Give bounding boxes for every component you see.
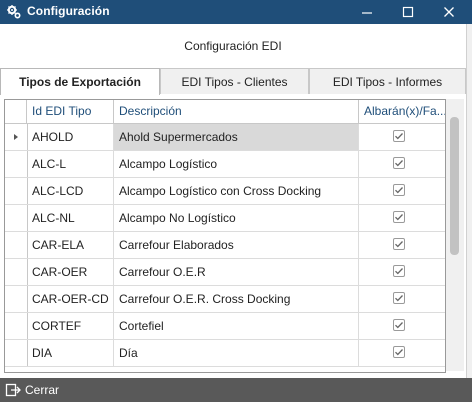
maximize-button[interactable] [393, 0, 423, 24]
grid-header: Id EDI Tipo Descripción Albarán(x)/Fa... [5, 100, 445, 124]
cell-description[interactable]: Alcampo Logístico [114, 151, 359, 177]
title-bar: Configuración [0, 0, 472, 24]
scrollbar-thumb[interactable] [450, 117, 459, 255]
table-row[interactable]: ALC-L Alcampo Logístico [5, 151, 445, 178]
window-title: Configuración [27, 4, 110, 18]
albaran-checkbox[interactable] [393, 184, 405, 196]
cell-id[interactable]: ALC-LCD [27, 178, 114, 204]
close-window-button[interactable] [434, 0, 464, 24]
cell-description[interactable]: Carrefour O.E.R. Cross Docking [114, 286, 359, 312]
cell-description[interactable]: Alcampo No Logístico [114, 205, 359, 231]
row-indicator[interactable] [5, 205, 28, 231]
cell-id[interactable]: DIA [27, 340, 114, 366]
checkmark-icon [395, 133, 403, 140]
cell-id[interactable]: ALC-NL [27, 205, 114, 231]
checkmark-icon [395, 295, 403, 302]
albaran-checkbox[interactable] [393, 130, 405, 142]
table-row[interactable]: CAR-ELA Carrefour Elaborados [5, 232, 445, 259]
dialog-header: Configuración EDI [0, 24, 472, 68]
cell-description[interactable]: Carrefour O.E.R [114, 259, 359, 285]
row-indicator[interactable] [5, 313, 28, 339]
checkmark-icon [395, 349, 403, 356]
cell-albaran [359, 340, 445, 366]
cell-albaran [359, 259, 445, 285]
dialog-title: Configuración EDI [184, 39, 282, 53]
cell-description[interactable]: Carrefour Elaborados [114, 232, 359, 258]
tab-edi-tipos-clientes[interactable]: EDI Tipos - Clientes [160, 68, 309, 94]
checkmark-icon [395, 268, 403, 275]
albaran-checkbox[interactable] [393, 319, 405, 331]
row-indicator[interactable] [5, 232, 28, 258]
albaran-checkbox[interactable] [393, 157, 405, 169]
vertical-scrollbar[interactable] [446, 99, 464, 371]
cell-id[interactable]: CORTEF [27, 313, 114, 339]
minimize-icon [362, 12, 372, 14]
row-indicator-header [5, 100, 27, 123]
row-indicator[interactable] [5, 178, 28, 204]
close-button[interactable]: Cerrar [25, 383, 59, 397]
table-row[interactable]: ALC-NL Alcampo No Logístico [5, 205, 445, 232]
cell-albaran [359, 313, 445, 339]
cell-id[interactable]: CAR-OER [27, 259, 114, 285]
cell-albaran [359, 124, 445, 150]
tab-tipos-de-exportacion[interactable]: Tipos de Exportación [0, 68, 160, 96]
cell-albaran [359, 205, 445, 231]
cell-albaran [359, 178, 445, 204]
checkmark-icon [395, 241, 403, 248]
column-header-albaran[interactable]: Albarán(x)/Fa... [359, 100, 445, 123]
albaran-checkbox[interactable] [393, 346, 405, 358]
albaran-checkbox[interactable] [393, 211, 405, 223]
footer-bar: Cerrar [0, 378, 472, 402]
row-indicator[interactable] [5, 124, 28, 150]
cell-description[interactable]: Cortefiel [114, 313, 359, 339]
table-row[interactable]: ALC-LCD Alcampo Logístico con Cross Docki… [5, 178, 445, 205]
table-row[interactable]: CORTEF Cortefiel [5, 313, 445, 340]
checkmark-icon [395, 214, 403, 221]
cell-albaran [359, 286, 445, 312]
cell-id[interactable]: AHOLD [27, 124, 114, 150]
cell-albaran [359, 232, 445, 258]
window-edge [466, 24, 472, 378]
cell-id[interactable]: CAR-ELA [27, 232, 114, 258]
minimize-button[interactable] [352, 0, 382, 24]
maximize-icon [402, 6, 414, 18]
cell-id[interactable]: CAR-OER-CD [27, 286, 114, 312]
gears-icon [7, 5, 21, 19]
tab-panel: Id EDI Tipo Descripción Albarán(x)/Fa...… [0, 95, 466, 375]
cell-id[interactable]: ALC-L [27, 151, 114, 177]
checkmark-icon [395, 322, 403, 329]
exit-icon [5, 383, 21, 397]
row-indicator[interactable] [5, 151, 28, 177]
column-header-id[interactable]: Id EDI Tipo [27, 100, 114, 123]
albaran-checkbox[interactable] [393, 238, 405, 250]
row-indicator[interactable] [5, 340, 28, 366]
row-indicator[interactable] [5, 286, 28, 312]
albaran-checkbox[interactable] [393, 265, 405, 277]
table-row[interactable]: CAR-OER-CD Carrefour O.E.R. Cross Docking [5, 286, 445, 313]
cell-description[interactable]: Ahold Supermercados [114, 124, 359, 150]
cell-description[interactable]: Día [114, 340, 359, 366]
edi-types-grid[interactable]: Id EDI Tipo Descripción Albarán(x)/Fa...… [4, 99, 446, 373]
row-indicator[interactable] [5, 259, 28, 285]
cell-description[interactable]: Alcampo Logístico con Cross Docking [114, 178, 359, 204]
table-row[interactable]: AHOLD Ahold Supermercados [5, 124, 445, 151]
checkmark-icon [395, 187, 403, 194]
table-row[interactable]: CAR-OER Carrefour O.E.R [5, 259, 445, 286]
checkmark-icon [395, 160, 403, 167]
albaran-checkbox[interactable] [393, 292, 405, 304]
column-header-description[interactable]: Descripción [114, 100, 359, 123]
close-icon [444, 7, 454, 17]
cell-albaran [359, 151, 445, 177]
tab-strip: EDI Tipos - Clientes EDI Tipos - Informe… [0, 68, 466, 96]
current-row-icon [14, 134, 18, 140]
table-row[interactable]: DIA Día [5, 340, 445, 367]
tab-edi-tipos-informes[interactable]: EDI Tipos - Informes [309, 68, 466, 94]
